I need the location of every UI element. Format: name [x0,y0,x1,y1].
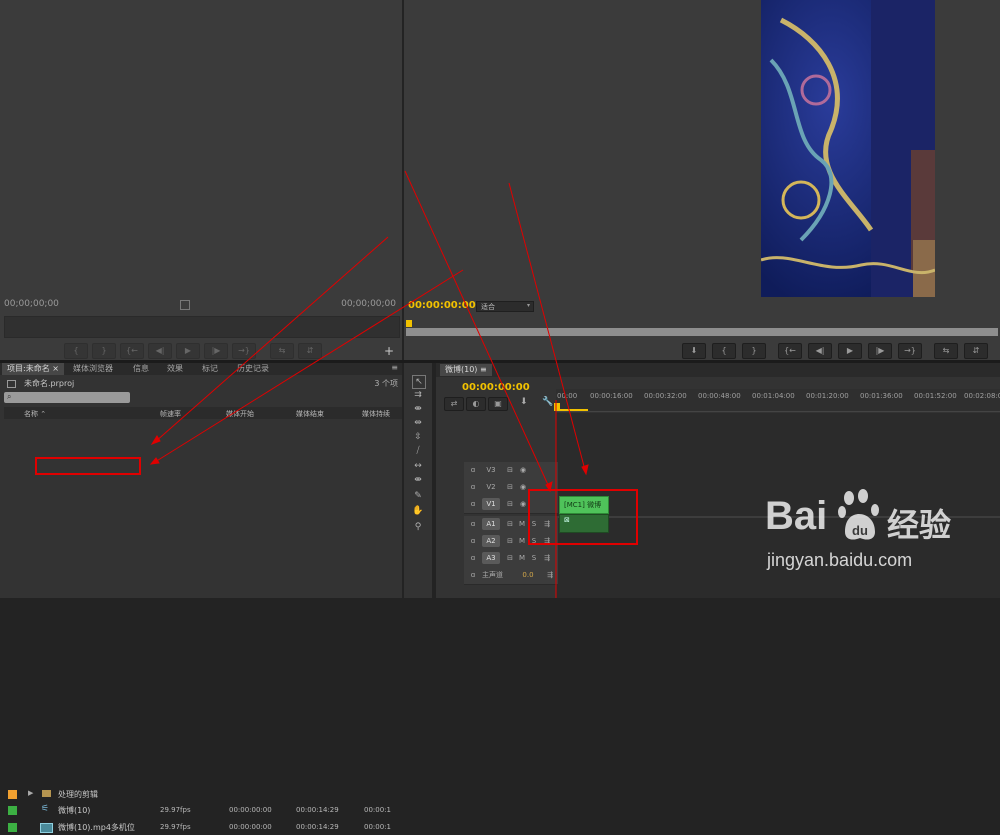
watermark-url: jingyan.baidu.com [767,550,913,570]
project-item[interactable]: ⚟ 微博(10) 29.97fps 00:00:00:00 00:00:14:29 00:… [4,803,402,818]
project-item[interactable]: 微博(10).mp4多机位 29.97fps 00:00:00:00 00:00:14… [4,820,402,835]
disclosure-triangle-icon[interactable]: ▶ [28,789,33,797]
item-name: 微博(10).mp4多机位 [58,823,135,832]
sequence-icon [40,823,53,833]
multicam-icon: ⚟ [41,804,50,814]
project-item[interactable]: ▶ 处理的剪辑 [4,787,402,802]
item-fps: 29.97fps [160,806,191,814]
item-media-end: 00:00:14:29 [296,823,339,831]
item-media-duration: 00:00:1 [364,823,391,831]
item-fps: 29.97fps [160,823,191,831]
item-media-end: 00:00:14:29 [296,806,339,814]
watermark-brand-tail: 经验 [887,506,952,544]
watermark-brand: Bai [765,494,828,538]
svg-text:du: du [852,523,868,538]
label-color-swatch[interactable] [8,790,17,799]
paw-icon: du [838,489,879,540]
label-color-swatch[interactable] [8,806,17,815]
item-media-duration: 00:00:1 [364,806,391,814]
folder-icon [42,790,51,797]
item-name: 处理的剪辑 [58,790,98,799]
baidu-watermark: Bai du 经验 jingyan.baidu.com [765,488,995,578]
item-media-start: 00:00:00:00 [229,806,272,814]
item-media-start: 00:00:00:00 [229,823,272,831]
item-name: 微博(10) [58,806,91,815]
label-color-swatch[interactable] [8,823,17,832]
